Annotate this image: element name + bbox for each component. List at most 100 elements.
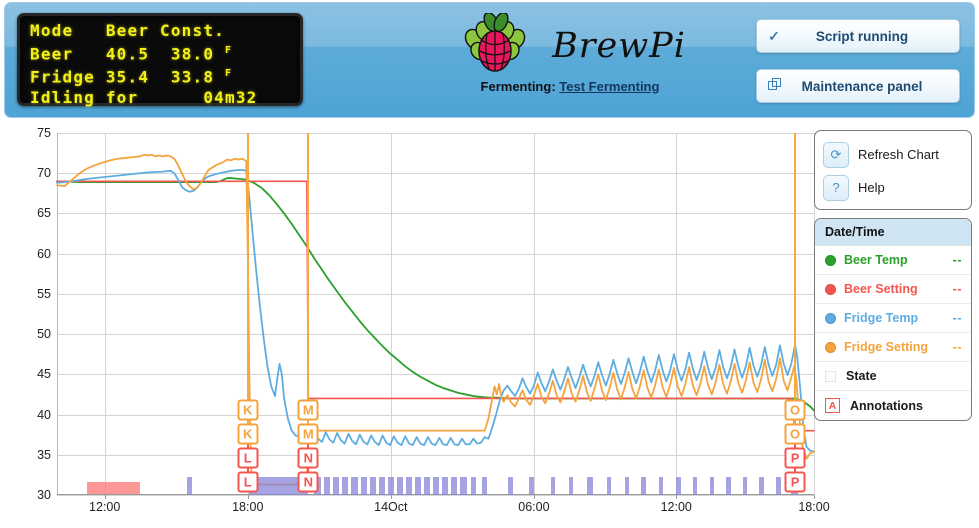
y-axis-tick-label: 70 (37, 166, 51, 181)
state-block-cooling (742, 477, 748, 495)
state-block-cooling (692, 477, 698, 495)
legend-series-name: Fridge Setting (844, 340, 929, 354)
annotation-flag-p[interactable]: P (784, 447, 806, 469)
state-block-cooling (387, 477, 394, 495)
annotation-flag-o[interactable]: O (784, 399, 806, 421)
refresh-chart-action[interactable]: ⟳ Refresh Chart (823, 138, 971, 171)
x-axis-tickmark (814, 495, 815, 499)
annotation-flag-m[interactable]: M (297, 399, 319, 421)
legend-row-beer-temp[interactable]: Beer Temp -- (815, 246, 971, 275)
x-axis-tick-label: 18:00 (798, 500, 830, 514)
lcd-display[interactable]: Mode Beer Const. Beer 40.5 38.0 F Fridge… (17, 13, 303, 107)
annotation-flag-k[interactable]: K (237, 423, 259, 445)
legend-state-swatch (825, 370, 836, 382)
lcd-beer-target: 38.0 (170, 44, 215, 64)
raspberry-pi-logo-icon (464, 13, 526, 72)
state-block-cooling (460, 477, 467, 495)
legend-series-name: Beer Setting (844, 282, 918, 296)
state-block-cooling (550, 477, 556, 495)
annotation-flag-l[interactable]: L (237, 447, 259, 469)
series-line-beer-temp (56, 177, 815, 412)
state-block-cooling (342, 477, 349, 495)
lcd-line-status: Idling for 04m32 (30, 87, 258, 107)
state-block-cooling (529, 477, 534, 495)
annotation-flag-o[interactable]: O (784, 423, 806, 445)
legend-series-value: -- (952, 282, 962, 296)
x-axis-tickmark (533, 495, 535, 499)
state-block-cooling (726, 477, 731, 495)
state-block-cooling (333, 477, 340, 495)
refresh-chart-label: Refresh Chart (858, 147, 939, 162)
x-axis-tickmark (390, 495, 392, 499)
y-axis-tick-label: 60 (37, 246, 51, 261)
legend-color-dot (825, 254, 836, 266)
legend-row-fridge-setting[interactable]: Fridge Setting -- (815, 333, 971, 362)
x-axis-tickmark (247, 495, 249, 499)
y-axis-tick-label: 40 (37, 407, 51, 422)
state-block-cooling (415, 477, 422, 495)
annotation-flag-k[interactable]: K (237, 399, 259, 421)
legend-series-value: -- (952, 311, 962, 325)
legend-series-name: Fridge Temp (844, 311, 919, 325)
legend-series-value: -- (952, 253, 962, 267)
state-block-heating (87, 482, 141, 495)
y-axis-tick-label: 35 (37, 447, 51, 462)
annotation-flag-p[interactable]: P (784, 471, 806, 493)
help-label: Help (858, 180, 885, 195)
annotation-stem (307, 133, 310, 410)
state-block-cooling (508, 477, 513, 495)
lcd-fridge-unit: F (225, 68, 233, 80)
fermenting-label: Fermenting: (480, 79, 556, 94)
fermenting-profile-link[interactable]: Test Fermenting (559, 79, 659, 94)
state-block-cooling (471, 477, 477, 495)
x-axis-tick-label: 06:00 (518, 500, 550, 514)
annotation-flag-n[interactable]: N (297, 447, 319, 469)
state-block-cooling (759, 477, 765, 495)
header-bar: Mode Beer Const. Beer 40.5 38.0 F Fridge… (4, 2, 975, 118)
gridline-horizontal (57, 495, 814, 496)
x-axis-tick-label: 12:00 (89, 500, 121, 514)
state-block-cooling (433, 477, 440, 495)
legend-series-name: Annotations (850, 398, 923, 413)
script-running-label: Script running (815, 28, 909, 44)
lcd-beer-unit: F (225, 45, 233, 56)
state-block-cooling (568, 477, 574, 495)
state-block-cooling (360, 477, 367, 495)
annotation-flag-m[interactable]: M (297, 423, 319, 445)
x-axis-tick-label: 12:00 (660, 500, 692, 514)
state-block-cooling (424, 477, 431, 495)
y-axis-tick-label: 65 (37, 206, 51, 221)
legend-color-dot (825, 312, 836, 324)
legend-datetime-header: Date/Time (815, 219, 971, 246)
annotation-stem (246, 133, 249, 410)
question-mark-icon: ? (823, 174, 849, 201)
chart-legend-panel: Date/Time Beer Temp -- Beer Setting -- Fridg… (814, 218, 972, 421)
script-running-button[interactable]: ✓ Script running (756, 19, 960, 53)
brand-logo-block: BrewPi Fermenting: Test Fermenting (425, 9, 715, 115)
annotation-flag-n[interactable]: N (297, 471, 319, 493)
annotation-flag-l[interactable]: L (237, 471, 259, 493)
series-line-beer-setting (56, 180, 815, 432)
check-icon: ✓ (768, 27, 780, 44)
help-action[interactable]: ? Help (823, 171, 971, 204)
refresh-icon: ⟳ (823, 141, 849, 168)
state-block-cooling (624, 477, 630, 495)
lcd-beer-actual: 40.5 (105, 44, 150, 64)
legend-row-fridge-temp[interactable]: Fridge Temp -- (815, 304, 971, 333)
x-axis-tick-label: 18:00 (232, 500, 264, 514)
state-block-cooling (451, 477, 458, 495)
legend-row-beer-setting[interactable]: Beer Setting -- (815, 275, 971, 304)
legend-row-annotations[interactable]: A Annotations (815, 391, 971, 420)
lcd-fridge-label: Fridge (30, 67, 95, 87)
x-axis-tickmark (676, 495, 678, 499)
annotation-letter-icon: A (825, 398, 840, 413)
lcd-fridge-target: 33.8 (170, 67, 215, 87)
legend-row-state[interactable]: State (815, 362, 971, 391)
temperature-chart[interactable]: 30 35 40 45 50 55 60 65 70 75 12:00 18:00 14Oct 06:0… (37, 126, 830, 514)
lcd-line-mode: Mode Beer Const. (30, 21, 225, 40)
fermenting-line: Fermenting: Test Fermenting (425, 79, 715, 94)
x-axis-tick-label: 14Oct (374, 500, 408, 514)
series-lines (56, 153, 815, 486)
state-block-cooling (482, 477, 487, 495)
maintenance-panel-button[interactable]: Maintenance panel (756, 69, 960, 103)
